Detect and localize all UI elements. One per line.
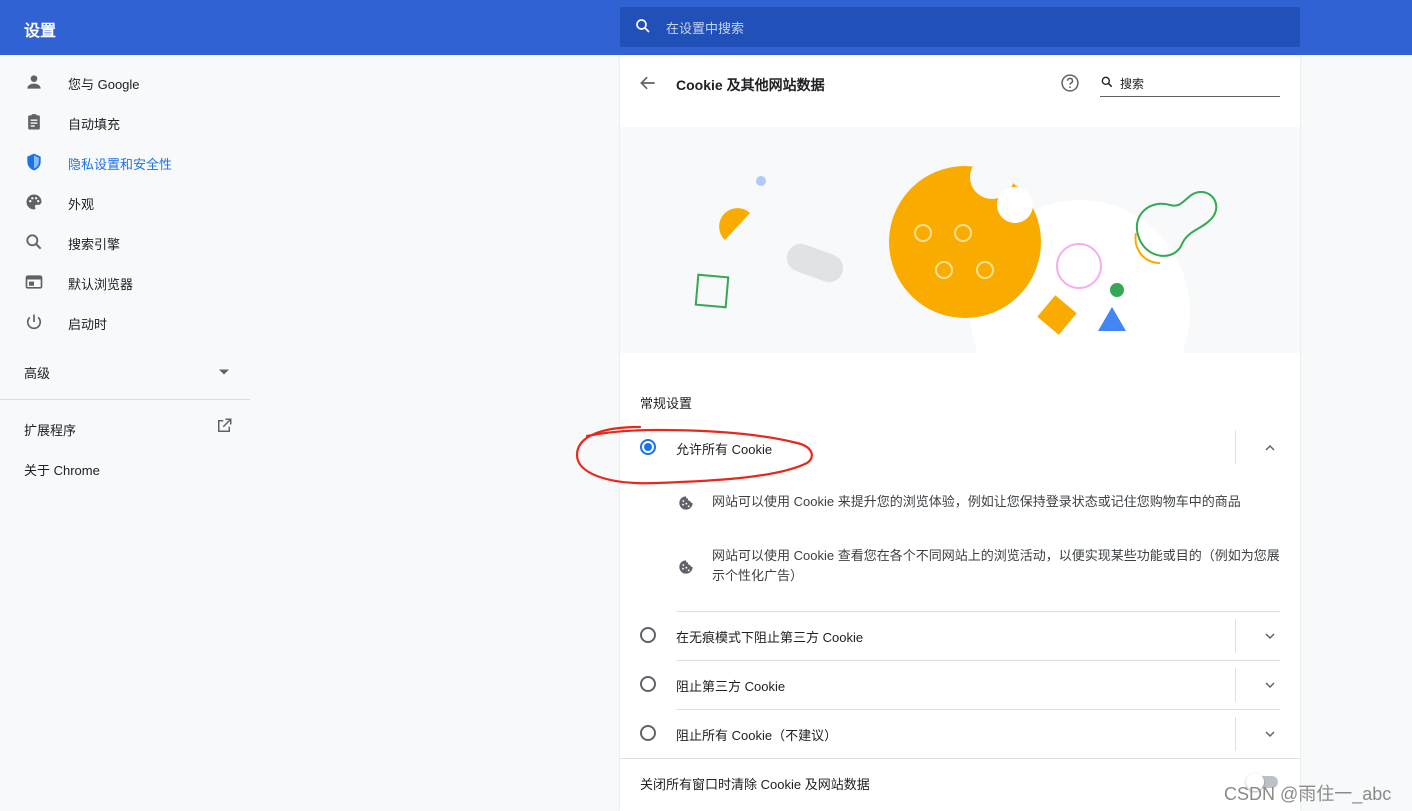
option-label: 阻止所有 Cookie（不建议） [676,728,838,743]
option-detail-text: 网站可以使用 Cookie 来提升您的浏览体验，例如让您保持登录状态或记住您购物… [712,494,1241,509]
radio-button-checked[interactable] [640,439,656,455]
settings-search-box[interactable]: 在设置中搜索 [620,7,1300,47]
top-bar: 设置 在设置中搜索 [0,0,1412,55]
sidebar-item-on-startup[interactable]: 启动时 [0,302,250,342]
sidebar-divider [0,399,250,400]
cookie-option-block-third-party-incognito[interactable]: 在无痕模式下阻止第三方 Cookie [620,612,1300,660]
browser-window-icon [25,275,43,289]
sidebar-item-label: 您与 Google [68,77,140,92]
search-icon [1101,76,1113,88]
clear-on-exit-label: 关闭所有窗口时清除 Cookie 及网站数据 [640,777,870,792]
sidebar-item-privacy-security[interactable]: 隐私设置和安全性 [0,142,250,182]
chevron-down-icon[interactable] [1262,628,1278,644]
sidebar-link-about-chrome[interactable]: 关于 Chrome [24,460,100,479]
row-separator [1235,619,1236,653]
caret-down-icon[interactable] [218,368,230,376]
cookie-option-allow-all[interactable]: 允许所有 Cookie [620,423,1300,471]
sidebar-item-label: 搜索引擎 [68,237,121,252]
cookie-icon [679,560,693,574]
cookie-option-block-all[interactable]: 阻止所有 Cookie（不建议） [620,710,1300,758]
radio-button[interactable] [640,627,656,643]
clipboard-icon [28,114,40,130]
sidebar-item-default-browser[interactable]: 默认浏览器 [0,262,250,302]
blue-dot [756,176,766,186]
cookie-illustration-banner [620,127,1300,353]
cookie-settings-card: Cookie 及其他网站数据 搜索 常规设置 允许所有 Cookie 网站可以使… [620,55,1300,811]
green-dot [1110,283,1124,297]
help-icon[interactable] [1060,73,1080,93]
sidebar-link-extensions[interactable]: 扩展程序 [24,420,76,439]
chevron-up-icon[interactable] [1262,440,1278,456]
radio-button[interactable] [640,725,656,741]
row-separator [1235,668,1236,702]
radio-button[interactable] [640,676,656,692]
section-divider [620,758,1300,759]
settings-search-placeholder: 在设置中搜索 [666,21,745,36]
sidebar-item-label: 启动时 [68,317,108,332]
cookie-illustration [694,155,1218,353]
gray-pill [786,243,844,283]
sidebar-item-label: 外观 [68,197,95,212]
sidebar-item-label: 隐私设置和安全性 [68,157,173,172]
option-label: 阻止第三方 Cookie [676,679,786,694]
section-label-general: 常规设置 [640,396,693,411]
page-search-field[interactable]: 搜索 [1100,73,1280,97]
app-title: 设置 [24,23,57,40]
palette-icon [26,194,42,210]
cookie-option-block-third-party[interactable]: 阻止第三方 Cookie [620,661,1300,709]
sidebar-item-label: 默认浏览器 [68,277,134,292]
search-icon [26,234,42,250]
person-icon [27,75,41,89]
open-in-new-icon[interactable] [215,417,233,435]
row-separator [1235,717,1236,751]
power-icon [26,314,42,330]
option-detail-text: 网站可以使用 Cookie 查看您在各个不同网站上的浏览活动，以便实现某些功能或… [712,548,1280,583]
page-search-placeholder: 搜索 [1120,77,1145,91]
shield-icon [27,153,41,171]
watermark: CSDN @雨住一_abc [1224,784,1392,804]
option-label: 允许所有 Cookie [676,442,773,457]
sidebar-item-you-and-google[interactable]: 您与 Google [0,62,250,102]
chevron-down-icon[interactable] [1262,726,1278,742]
advanced-toggle[interactable]: 高级 [24,363,50,382]
sidebar-item-appearance[interactable]: 外观 [0,182,250,222]
chevron-down-icon[interactable] [1262,677,1278,693]
sidebar-item-autofill[interactable]: 自动填充 [0,102,250,142]
cookie-icon [679,496,693,510]
green-square [694,273,730,309]
yellow-half-circle [719,208,750,240]
back-arrow-icon[interactable] [638,73,658,93]
sidebar-item-search-engine[interactable]: 搜索引擎 [0,222,250,262]
option-label: 在无痕模式下阻止第三方 Cookie [676,630,864,645]
sidebar-item-label: 自动填充 [68,117,121,132]
search-icon [636,19,650,33]
page-title: Cookie 及其他网站数据 [676,77,825,93]
row-separator [1235,430,1236,464]
